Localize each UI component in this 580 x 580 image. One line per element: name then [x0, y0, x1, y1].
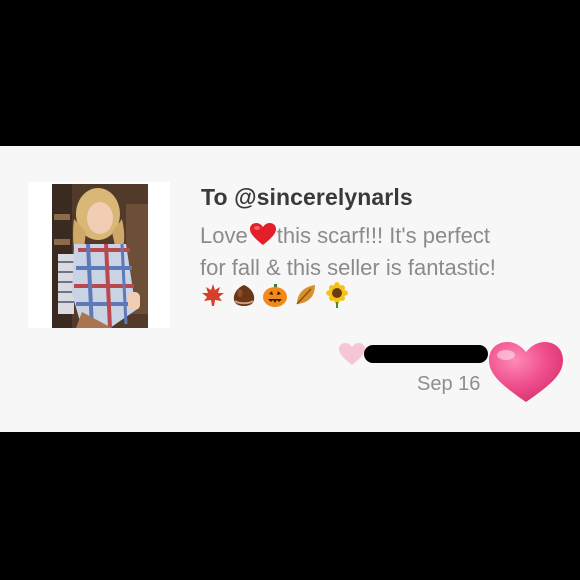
review-date: Sep 16 — [417, 373, 481, 395]
emoji-row — [200, 280, 350, 310]
reviewer-heart-icon — [338, 342, 366, 366]
review-message-rest: this scarf!!! It's perfect — [276, 223, 490, 248]
scarf-photo-image — [52, 184, 148, 328]
sunflower-emoji-icon — [324, 282, 350, 308]
review-card: To @sincerelynarls Love this scarf!!! It'… — [0, 146, 580, 432]
reviewer-username-redacted — [364, 345, 488, 363]
like-heart-icon[interactable] — [486, 340, 566, 404]
maple-leaf-emoji-icon — [200, 282, 226, 308]
chestnut-emoji-icon — [231, 282, 257, 308]
review-message-line-1: Love this scarf!!! It's perfect — [200, 220, 560, 252]
fallen-leaf-emoji-icon — [293, 282, 319, 308]
review-message-love: Love — [200, 223, 248, 248]
jack-o-lantern-emoji-icon — [262, 282, 288, 308]
listing-thumbnail-frame[interactable] — [28, 182, 170, 328]
red-heart-emoji-icon — [249, 222, 277, 246]
review-recipient-title[interactable]: To @sincerelynarls — [201, 184, 413, 211]
listing-thumbnail[interactable] — [52, 184, 148, 328]
review-message: Love this scarf!!! It's perfect for fall … — [200, 220, 560, 284]
